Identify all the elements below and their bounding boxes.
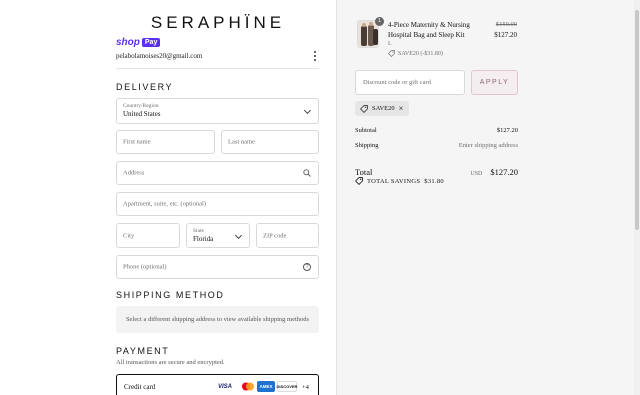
city-field[interactable]: City: [116, 223, 180, 248]
address-field[interactable]: Address: [116, 161, 319, 185]
state-value: Florida: [193, 235, 214, 243]
last-name-placeholder: Last name: [228, 138, 255, 146]
product-discount-text: SAVE20 (-$31.80): [398, 50, 443, 57]
discover-icon: DISCOVER: [277, 381, 297, 392]
search-icon: [303, 169, 311, 177]
brand-logo[interactable]: SERAPHÏNE: [116, 13, 320, 33]
last-name-field[interactable]: Last name: [221, 130, 319, 154]
product-discount: SAVE20 (-$31.80): [388, 50, 443, 57]
divider: [116, 68, 319, 69]
product-title: 4-Piece Maternity & Nursing Hospital Bag…: [388, 21, 470, 39]
shop-pay-pay-text: Pay: [141, 38, 161, 47]
credit-card-option[interactable]: Credit card VISA AMEX DISCOVER +4: [116, 374, 319, 395]
shipping-method-heading: SHIPPING METHOD: [116, 290, 225, 300]
payment-heading: PAYMENT: [116, 346, 170, 356]
applied-discount-code: SAVE20: [372, 105, 395, 112]
city-placeholder: City: [123, 232, 135, 239]
discount-code-input[interactable]: Discount code or gift card: [355, 70, 465, 95]
apply-button[interactable]: APPLY: [471, 70, 518, 95]
country-label: Country/Region: [123, 103, 159, 109]
product-price: $127.20: [494, 31, 517, 39]
credit-card-label: Credit card: [124, 383, 156, 391]
shop-pay-shop-text: shop: [116, 37, 140, 48]
apartment-field[interactable]: Apartment, suite, etc. (optional): [116, 192, 319, 216]
state-label: State: [193, 228, 204, 234]
account-email: pelabolamoises20@gmail.com: [116, 52, 203, 60]
delivery-heading: DELIVERY: [116, 82, 174, 92]
total-label: Total: [355, 167, 373, 177]
payment-subtitle: All transactions are secure and encrypte…: [116, 359, 225, 366]
total-currency: USD: [470, 171, 483, 177]
mastercard-icon: [239, 381, 257, 392]
total-value: $127.20: [490, 167, 518, 177]
product-variant: L: [388, 41, 392, 47]
shipping-value: Enter shipping address: [458, 142, 518, 149]
applied-discount-chip: SAVE20 ×: [355, 101, 410, 116]
quantity-badge: 1: [375, 17, 384, 26]
visa-icon: VISA: [216, 381, 234, 392]
shipping-method-note: Select a different shipping address to v…: [116, 306, 319, 333]
product-original-price: $159.00: [495, 21, 517, 28]
total-savings-label: TOTAL SAVINGS: [367, 177, 421, 185]
scrollbar-thumb[interactable]: [635, 10, 639, 230]
state-select[interactable]: State Florida: [186, 223, 250, 248]
shipping-row: Shipping Enter shipping address: [355, 142, 518, 149]
address-placeholder: Address: [123, 169, 145, 177]
discount-code-placeholder: Discount code or gift card: [363, 79, 431, 86]
phone-placeholder: Phone (optional): [123, 263, 167, 271]
first-name-placeholder: First name: [123, 138, 151, 146]
order-summary-column: [337, 0, 640, 395]
chevron-down-icon: [303, 106, 312, 115]
more-options-icon[interactable]: [311, 50, 319, 62]
country-select[interactable]: Country/Region United States: [116, 98, 319, 124]
help-icon[interactable]: ?: [303, 263, 311, 271]
scrollbar[interactable]: [634, 0, 640, 395]
total-savings: TOTAL SAVINGS $31.80: [355, 177, 444, 185]
shipping-label: Shipping: [355, 142, 379, 149]
subtotal-value: $127.20: [496, 127, 518, 134]
tag-icon: [360, 104, 368, 113]
tag-icon: [355, 177, 363, 185]
chevron-down-icon: [234, 231, 243, 240]
first-name-field[interactable]: First name: [116, 130, 215, 154]
subtotal-label: Subtotal: [355, 127, 377, 134]
amex-icon: AMEX: [257, 381, 275, 392]
zip-placeholder: ZIP code: [263, 232, 287, 239]
shop-pay-badge: shop Pay: [116, 37, 161, 48]
more-cards-count: +4: [302, 384, 309, 391]
country-value: United States: [123, 110, 161, 118]
subtotal-row: Subtotal $127.20: [355, 127, 518, 134]
apartment-placeholder: Apartment, suite, etc. (optional): [123, 200, 207, 208]
remove-discount-icon[interactable]: ×: [399, 104, 404, 113]
tag-icon: [388, 50, 395, 57]
zip-field[interactable]: ZIP code: [256, 223, 319, 248]
phone-field[interactable]: Phone (optional) ?: [116, 255, 319, 279]
total-savings-value: $31.80: [424, 177, 444, 185]
